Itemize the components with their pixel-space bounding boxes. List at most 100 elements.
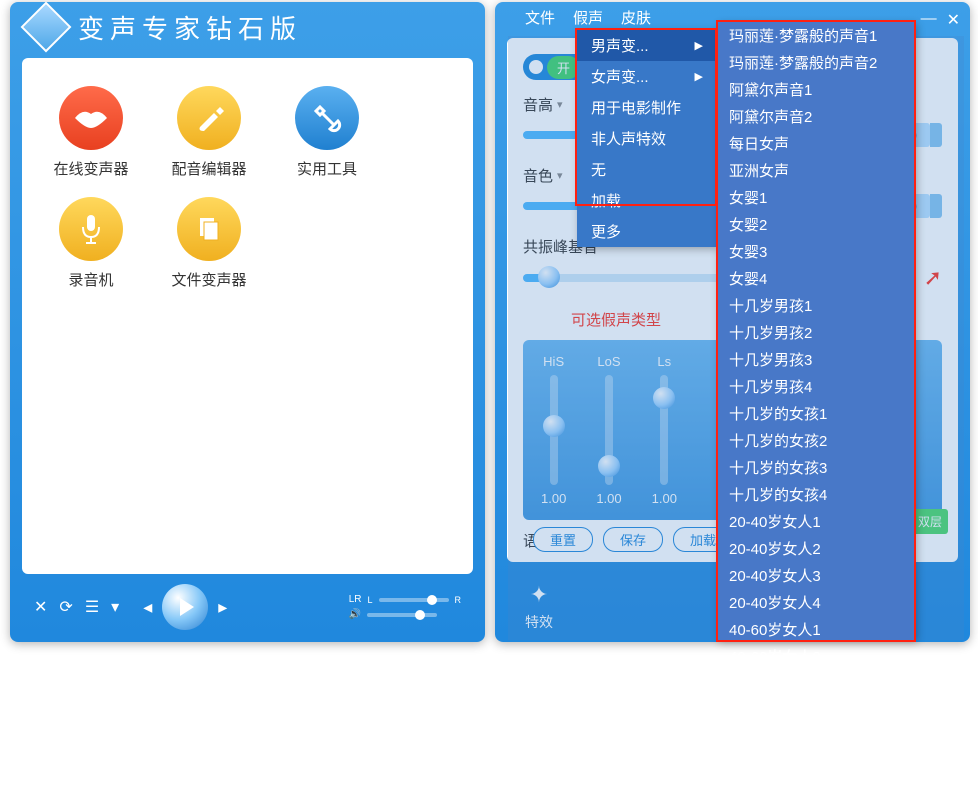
repeat-icon[interactable]: ⟳ (59, 597, 72, 617)
eq-col-his: HiS 1.00 (541, 354, 566, 506)
submenu-item[interactable]: 40-60岁女人4 (717, 697, 915, 724)
submenu-arrow-icon: ▶ (695, 70, 703, 83)
ls-slider[interactable] (660, 375, 668, 485)
tool-grid: 在线变声器 配音编辑器 实用工具 录音机 (38, 74, 457, 302)
eq-name: HiS (543, 354, 564, 369)
submenu-item[interactable]: 20-40岁女人2 (717, 535, 915, 562)
chevron-down-icon[interactable]: ▾ (557, 98, 563, 111)
submenu-item[interactable]: 女婴1 (717, 184, 915, 211)
timbre-label: 音色 (523, 165, 553, 186)
volume-slider[interactable] (367, 613, 437, 617)
reset-button[interactable]: 重置 (533, 527, 593, 552)
submenu-item[interactable]: 十几岁男孩4 (717, 373, 915, 400)
submenu-item[interactable]: 20-40岁女人1 (717, 508, 915, 535)
window-controls: — ✕ (921, 10, 960, 30)
submenu-item[interactable]: 玛丽莲·梦露般的声音1 (717, 22, 915, 49)
save-button[interactable]: 保存 (603, 527, 663, 552)
voice-preset-submenu: 玛丽莲·梦露般的声音1玛丽莲·梦露般的声音2阿黛尔声音1阿黛尔声音2每日女声亚洲… (717, 22, 915, 640)
menu-file[interactable]: 文件 (525, 7, 555, 28)
down-icon[interactable]: ▾ (111, 597, 119, 617)
submenu-item[interactable]: 十几岁的女孩1 (717, 400, 915, 427)
menu-item[interactable]: 更多 (577, 216, 717, 247)
menu-item[interactable]: 女声变...▶ (577, 61, 717, 92)
shuffle-icon[interactable]: ✕ (34, 597, 47, 617)
submenu-item[interactable]: 十几岁的女孩3 (717, 454, 915, 481)
submenu-item[interactable]: 每日女声 (717, 130, 915, 157)
timbre-spinner[interactable] (930, 194, 942, 218)
submenu-item[interactable]: 十几岁的女孩2 (717, 427, 915, 454)
main-window: 变声专家钻石版 在线变声器 配音编辑器 实用工具 (10, 2, 485, 642)
tool-utilities[interactable]: 实用工具 (282, 86, 372, 179)
menu-item[interactable]: 用于电影制作 (577, 92, 717, 123)
app-logo-icon (21, 2, 72, 53)
submenu-item[interactable]: 40-60岁女人3 (717, 670, 915, 697)
submenu-item[interactable]: 女婴2 (717, 211, 915, 238)
tool-recorder[interactable]: 录音机 (46, 197, 136, 290)
bottom-tabs: ✦ 特效 (525, 582, 553, 632)
eq-col-los: LoS 1.00 (596, 354, 621, 506)
menu-skin[interactable]: 皮肤 (621, 7, 651, 28)
submenu-item[interactable]: 玛丽莲·梦露般的声音2 (717, 49, 915, 76)
eq-val: 1.00 (596, 491, 621, 506)
submenu-item[interactable]: 20-40岁女人4 (717, 589, 915, 616)
close-icon[interactable]: ✕ (947, 10, 960, 30)
minimize-icon[interactable]: — (921, 10, 937, 30)
submenu-item[interactable]: 十几岁男孩1 (717, 292, 915, 319)
menu-fake-voice[interactable]: 假声 (573, 7, 603, 28)
eq-val: 1.00 (652, 491, 677, 506)
submenu-item[interactable]: 40-60岁女人2 (717, 643, 915, 670)
prev-icon[interactable]: ◂ (143, 597, 152, 618)
submenu-item[interactable]: 十几岁男孩2 (717, 319, 915, 346)
wrench-icon (295, 86, 359, 150)
title-bar: 变声专家钻石版 (10, 2, 485, 52)
tool-file-voice-changer[interactable]: 文件变声器 (164, 197, 254, 290)
submenu-item[interactable]: 60岁以上女人3 (717, 778, 915, 805)
action-buttons: 重置 保存 加载 (533, 527, 733, 552)
eq-name: LoS (597, 354, 620, 369)
his-slider[interactable] (550, 375, 558, 485)
submenu-item[interactable]: 女婴4 (717, 265, 915, 292)
pitch-spinner[interactable] (930, 123, 942, 147)
submenu-item[interactable]: 60岁以上女人2 (717, 751, 915, 778)
menu-item[interactable]: 无 (577, 154, 717, 185)
fake-voice-menu: 男声变...▶女声变...▶用于电影制作非人声特效无加载更多 (577, 30, 717, 247)
play-controls: ◂ ▸ (143, 584, 227, 630)
l-label: L (367, 595, 372, 605)
tool-dub-editor[interactable]: 配音编辑器 (164, 86, 254, 179)
tool-online-voice-changer[interactable]: 在线变声器 (46, 86, 136, 179)
lr-label: LR (349, 594, 362, 605)
menu-item[interactable]: 非人声特效 (577, 123, 717, 154)
menu-item[interactable]: 男声变...▶ (577, 30, 717, 61)
chevron-down-icon[interactable]: ▾ (557, 169, 563, 182)
mic-icon (59, 197, 123, 261)
submenu-item[interactable]: 十几岁的女孩4 (717, 481, 915, 508)
play-button[interactable] (162, 584, 208, 630)
submenu-item[interactable]: 亚洲女声 (717, 157, 915, 184)
menu-item[interactable]: 加载 (577, 185, 717, 216)
next-icon[interactable]: ▸ (218, 597, 227, 618)
brush-icon (177, 86, 241, 150)
list-icon[interactable]: ☰ (85, 597, 99, 617)
tool-label: 录音机 (46, 269, 136, 290)
tool-label: 在线变声器 (46, 158, 136, 179)
dual-layer-badge[interactable]: 双层 (912, 509, 948, 534)
lr-section: LR L R 🔊 (349, 594, 461, 620)
balance-slider[interactable] (379, 598, 449, 602)
toggle-on-label: 开 (547, 56, 580, 79)
submenu-item[interactable]: 女婴3 (717, 238, 915, 265)
app-title: 变声专家钻石版 (78, 9, 302, 46)
tool-label: 文件变声器 (164, 269, 254, 290)
tab-effects[interactable]: ✦ 特效 (525, 582, 553, 632)
submenu-item[interactable]: 20-40岁女人3 (717, 562, 915, 589)
eq-val: 1.00 (541, 491, 566, 506)
los-slider[interactable] (605, 375, 613, 485)
submenu-item[interactable]: 60岁以上女人1 (717, 724, 915, 751)
volume-icon[interactable]: 🔊 (349, 609, 361, 620)
submenu-item[interactable]: 阿黛尔声音1 (717, 76, 915, 103)
submenu-item[interactable]: 十几岁男孩3 (717, 346, 915, 373)
small-icons: ✕ ⟳ ☰ ▾ (34, 597, 119, 617)
files-icon (177, 197, 241, 261)
submenu-item[interactable]: 40-60岁女人1 (717, 616, 915, 643)
submenu-item[interactable]: 阿黛尔声音2 (717, 103, 915, 130)
r-label: R (455, 595, 462, 605)
